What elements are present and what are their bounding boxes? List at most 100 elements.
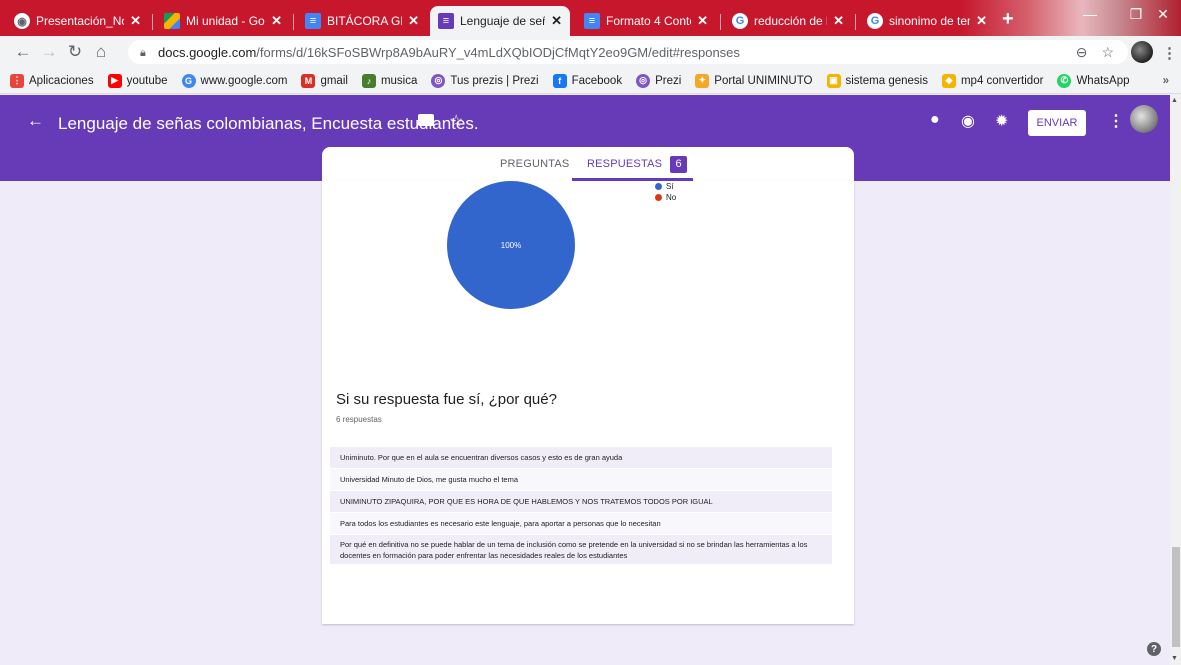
bookmark-item[interactable]: ◎ Tus prezis | Prezi xyxy=(431,73,539,88)
browser-tab-7[interactable]: G sinonimo de tener ✕ xyxy=(859,6,995,36)
avatar[interactable] xyxy=(1130,105,1158,133)
back-arrow-icon[interactable]: ← xyxy=(27,111,44,131)
bookmark-label: youtube xyxy=(126,74,168,87)
list-item: UNIMINUTO ZIPAQUIRA, POR QUE ES HORA DE … xyxy=(330,491,832,513)
genesis-icon: ▣ xyxy=(826,73,841,88)
bookmark-item[interactable]: Gwww.google.com xyxy=(181,73,287,88)
facebook-icon: f xyxy=(552,73,567,88)
responses-card: 100% Sí No Si su respuesta fue sí, ¿por q… xyxy=(322,181,854,624)
close-icon[interactable]: ✕ xyxy=(271,13,282,29)
bookmark-item[interactable]: ▣ sistema genesis xyxy=(826,73,928,88)
close-icon[interactable]: ✕ xyxy=(408,13,419,29)
settings-gear-icon[interactable]: ✹ xyxy=(995,111,1008,131)
whatsapp-icon: ✆ xyxy=(1057,73,1072,88)
star-icon[interactable]: ☆ xyxy=(449,111,463,131)
google-icon: G xyxy=(867,13,883,29)
list-item: Universidad Minuto de Dios, me gusta muc… xyxy=(330,469,832,491)
close-icon[interactable]: ✕ xyxy=(833,13,844,29)
browser-tab-1[interactable]: ◉ Presentación_Nom ✕ xyxy=(6,6,149,36)
browser-menu-icon[interactable]: ⋮ xyxy=(1162,44,1177,62)
tab-separator xyxy=(720,14,721,30)
scrollbar-thumb[interactable] xyxy=(1172,547,1180,647)
zoom-icon[interactable]: ⊖ xyxy=(1076,44,1088,61)
bookmark-label: sistema genesis xyxy=(845,74,928,87)
home-icon[interactable]: ⌂ xyxy=(88,39,114,65)
reload-icon[interactable]: ↻ xyxy=(62,39,88,65)
bookmark-item[interactable]: ◎ Prezi xyxy=(636,73,682,88)
form-tabs: PREGUNTAS RESPUESTAS 6 xyxy=(322,147,854,181)
scroll-up-icon[interactable]: ▲ xyxy=(1171,97,1178,104)
drive-icon xyxy=(164,13,180,29)
tab-separator xyxy=(293,14,294,30)
browser-tab-3[interactable]: ≡ BITÁCORA GRÁFIC ✕ xyxy=(297,6,427,36)
bookmark-item[interactable]: f Facebook xyxy=(552,73,622,88)
bookmark-label: Aplicaciones xyxy=(29,74,94,87)
tab-label: reducción de las le xyxy=(754,14,827,28)
question-title: Si su respuesta fue sí, ¿por qué? xyxy=(336,391,557,408)
tab-label: Mi unidad - Googl xyxy=(186,14,265,28)
help-icon[interactable]: ? xyxy=(1147,642,1161,656)
profile-avatar[interactable] xyxy=(1131,41,1153,63)
address-bar[interactable]: 🔒︎ docs.google.com/forms/d/16kSFoSBWrp8A… xyxy=(128,40,1128,64)
legend-swatch xyxy=(655,183,662,190)
music-icon: ♪ xyxy=(361,73,376,88)
close-icon[interactable]: ✕ xyxy=(551,13,562,29)
bookmark-label: mp4 convertidor xyxy=(960,74,1044,87)
docs-icon: ≡ xyxy=(305,13,321,29)
lock-icon: 🔒︎ xyxy=(140,46,146,59)
pie-chart-svg: 100% xyxy=(447,181,575,309)
url-host: docs.google.com xyxy=(158,44,257,60)
bookmark-label: Prezi xyxy=(655,74,682,87)
browser-tab-5[interactable]: ≡ Formato 4 Conten ✕ xyxy=(576,6,716,36)
browser-tab-active[interactable]: ≡ Lenguaje de señas ✕ xyxy=(430,6,570,36)
close-icon[interactable]: ✕ xyxy=(697,13,708,29)
bookmark-label: Portal UNIMINUTO xyxy=(714,74,813,87)
close-icon[interactable]: ✕ xyxy=(976,13,987,29)
tab-label: sinonimo de tener xyxy=(889,14,970,28)
tab-label: Lenguaje de señas xyxy=(460,14,545,28)
window-close-icon[interactable]: ✕ xyxy=(1140,0,1181,28)
tab-questions[interactable]: PREGUNTAS xyxy=(500,147,569,181)
tab-responses[interactable]: RESPUESTAS 6 xyxy=(587,147,688,181)
back-arrow-icon[interactable]: ← xyxy=(10,39,36,65)
tab-responses-label: RESPUESTAS xyxy=(587,158,663,170)
legend-label: Sí xyxy=(666,182,674,191)
response-list: Uniminuto. Por que en el aula se encuent… xyxy=(330,447,832,565)
preview-eye-icon[interactable]: ◉ xyxy=(961,111,975,131)
palette-icon[interactable]: ● xyxy=(930,111,940,129)
youtube-icon: ▶ xyxy=(107,73,122,88)
list-item: Para todos los estudiantes es necesario … xyxy=(330,513,832,535)
form-title: Lenguaje de señas colombianas, Encuesta … xyxy=(58,114,479,133)
folder-icon[interactable] xyxy=(418,114,434,126)
bookmark-item[interactable]: ▶ youtube xyxy=(107,73,168,88)
browser-tab-6[interactable]: G reducción de las le ✕ xyxy=(724,6,852,36)
bookmark-item[interactable]: ♪ musica xyxy=(361,73,417,88)
bookmark-item[interactable]: ◆ mp4 convertidor xyxy=(941,73,1044,88)
globe-icon: ◉ xyxy=(14,13,30,29)
google-icon: G xyxy=(732,13,748,29)
apps-icon: ⋮ xyxy=(10,73,24,88)
bookmarks-bar: ⋮ Aplicaciones ▶ youtube Gwww.google.com M… xyxy=(0,68,1181,94)
tab-separator xyxy=(152,14,153,30)
uniminuto-icon: ✦ xyxy=(695,73,710,88)
send-button[interactable]: ENVIAR xyxy=(1028,110,1086,136)
docs-icon: ≡ xyxy=(584,13,600,29)
new-tab-button[interactable]: + xyxy=(1002,8,1014,31)
gmail-icon: M xyxy=(301,73,316,88)
bookmark-item[interactable]: ✦ Portal UNIMINUTO xyxy=(695,73,813,88)
pie-chart: 100% xyxy=(446,181,576,341)
pie-data-label: 100% xyxy=(501,241,521,250)
more-options-icon[interactable]: ⋮ xyxy=(1108,111,1124,131)
bookmark-item[interactable]: Mgmail xyxy=(301,73,348,88)
browser-tab-2[interactable]: Mi unidad - Googl ✕ xyxy=(156,6,290,36)
scroll-down-icon[interactable]: ▼ xyxy=(1171,655,1178,662)
close-icon[interactable]: ✕ xyxy=(130,13,141,29)
bookmark-item[interactable]: ✆ WhatsApp xyxy=(1057,73,1130,88)
forward-arrow-icon[interactable]: → xyxy=(36,39,62,65)
minimize-icon[interactable]: — xyxy=(1067,0,1113,28)
list-item: Uniminuto. Por que en el aula se encuent… xyxy=(330,447,832,469)
bookmark-item[interactable]: ⋮ Aplicaciones xyxy=(10,73,94,88)
legend-swatch xyxy=(655,194,662,201)
bookmark-star-icon[interactable]: ☆ xyxy=(1101,44,1114,61)
bookmarks-overflow-button[interactable]: » xyxy=(1163,75,1169,87)
